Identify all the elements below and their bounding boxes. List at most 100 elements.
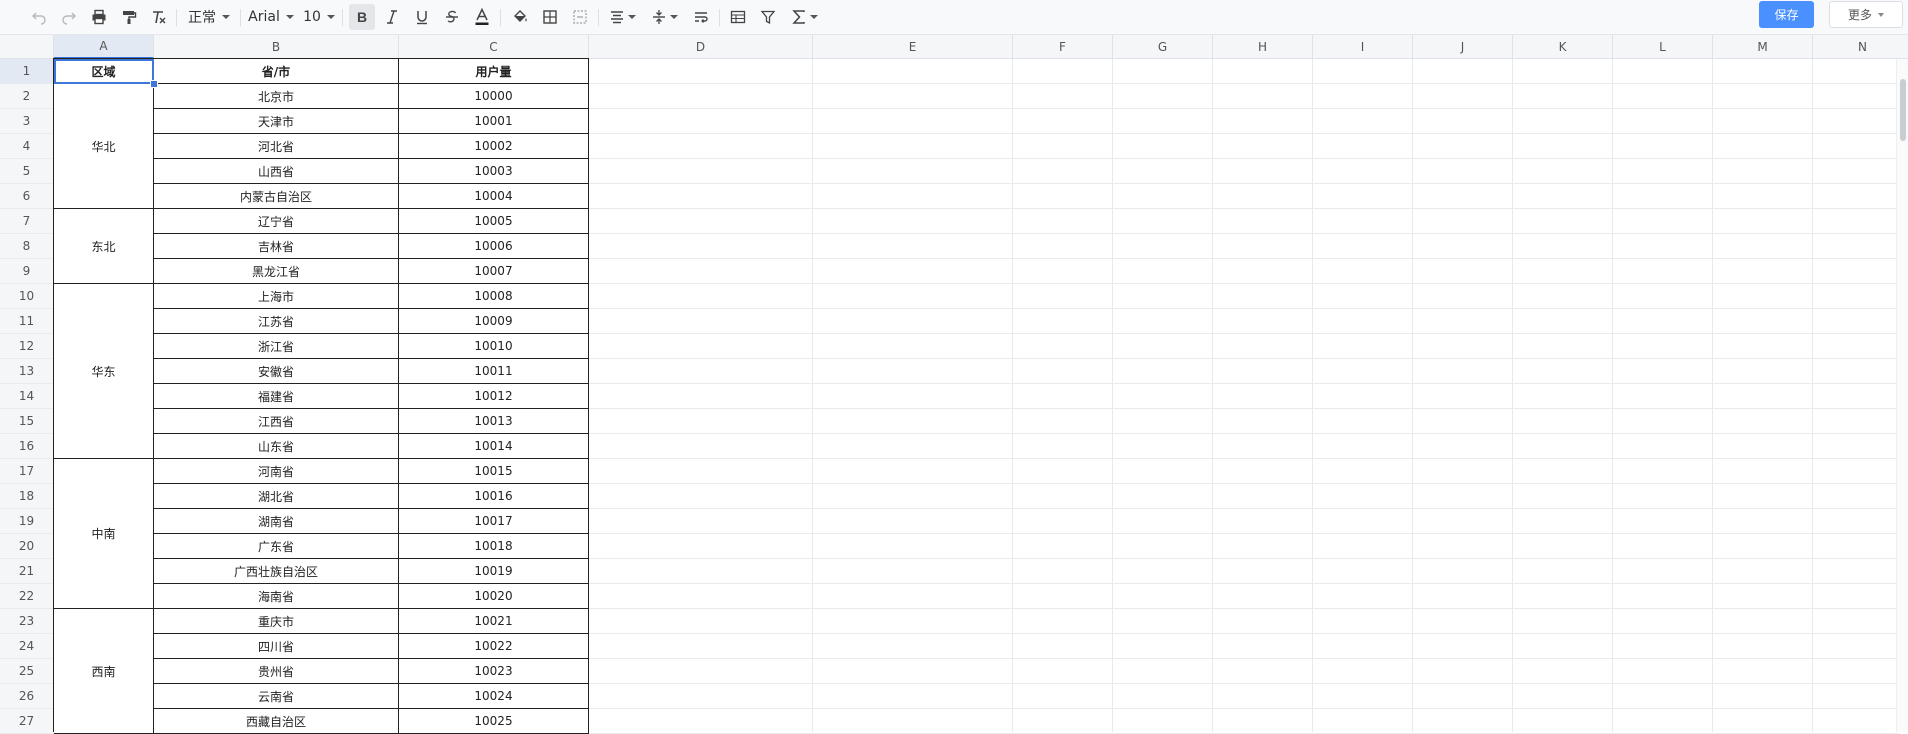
province-cell[interactable]: 山西省 [154, 159, 399, 184]
users-cell[interactable]: 10015 [399, 459, 589, 484]
font-family-select[interactable]: Arial [248, 4, 294, 30]
fill-handle[interactable] [150, 80, 158, 88]
strikethrough-icon[interactable] [440, 4, 464, 30]
province-cell[interactable]: 辽宁省 [154, 209, 399, 234]
column-header-a[interactable]: A [54, 35, 154, 59]
clear-format-icon[interactable] [148, 4, 170, 30]
row-header-20[interactable]: 20 [0, 534, 54, 559]
province-cell[interactable]: 广西壮族自治区 [154, 559, 399, 584]
province-cell[interactable]: 贵州省 [154, 659, 399, 684]
users-cell[interactable]: 10008 [399, 284, 589, 309]
users-cell[interactable]: 10017 [399, 509, 589, 534]
font-color-icon[interactable] [470, 4, 494, 30]
province-cell[interactable]: 安徽省 [154, 359, 399, 384]
column-header-k[interactable]: K [1513, 35, 1613, 59]
users-cell[interactable]: 10012 [399, 384, 589, 409]
header-cell-region[interactable]: 区域 [54, 59, 154, 84]
users-cell[interactable]: 10014 [399, 434, 589, 459]
merge-cells-icon[interactable] [568, 4, 592, 30]
row-header-24[interactable]: 24 [0, 634, 54, 659]
users-cell[interactable]: 10002 [399, 134, 589, 159]
province-cell[interactable]: 湖北省 [154, 484, 399, 509]
province-cell[interactable]: 黑龙江省 [154, 259, 399, 284]
borders-icon[interactable] [538, 4, 562, 30]
scrollbar-thumb[interactable] [1900, 79, 1906, 141]
region-cell[interactable]: 中南 [54, 459, 154, 609]
users-cell[interactable]: 10016 [399, 484, 589, 509]
fill-color-icon[interactable] [508, 4, 532, 30]
province-cell[interactable]: 广东省 [154, 534, 399, 559]
users-cell[interactable]: 10003 [399, 159, 589, 184]
province-cell[interactable]: 海南省 [154, 584, 399, 609]
users-cell[interactable]: 10006 [399, 234, 589, 259]
users-cell[interactable]: 10010 [399, 334, 589, 359]
row-header-14[interactable]: 14 [0, 384, 54, 409]
users-cell[interactable]: 10001 [399, 109, 589, 134]
users-cell[interactable]: 10018 [399, 534, 589, 559]
font-size-select[interactable]: 10 [302, 4, 336, 30]
column-header-n[interactable]: N [1813, 35, 1908, 59]
province-cell[interactable]: 浙江省 [154, 334, 399, 359]
italic-icon[interactable] [380, 4, 404, 30]
row-header-11[interactable]: 11 [0, 309, 54, 334]
row-header-3[interactable]: 3 [0, 109, 54, 134]
users-cell[interactable]: 10021 [399, 609, 589, 634]
select-all-corner[interactable] [0, 35, 54, 59]
filter-icon[interactable] [756, 4, 780, 30]
users-cell[interactable]: 10005 [399, 209, 589, 234]
province-cell[interactable]: 山东省 [154, 434, 399, 459]
users-cell[interactable]: 10022 [399, 634, 589, 659]
province-cell[interactable]: 北京市 [154, 84, 399, 109]
vertical-align-select[interactable] [647, 4, 681, 30]
users-cell[interactable]: 10023 [399, 659, 589, 684]
column-header-l[interactable]: L [1613, 35, 1713, 59]
table-icon[interactable] [726, 4, 750, 30]
column-header-b[interactable]: B [154, 35, 399, 59]
row-header-26[interactable]: 26 [0, 684, 54, 709]
province-cell[interactable]: 上海市 [154, 284, 399, 309]
column-header-h[interactable]: H [1213, 35, 1313, 59]
users-cell[interactable]: 10019 [399, 559, 589, 584]
row-header-17[interactable]: 17 [0, 459, 54, 484]
province-cell[interactable]: 吉林省 [154, 234, 399, 259]
region-cell[interactable]: 华北 [54, 84, 154, 209]
column-header-e[interactable]: E [813, 35, 1013, 59]
row-header-13[interactable]: 13 [0, 359, 54, 384]
row-header-15[interactable]: 15 [0, 409, 54, 434]
province-cell[interactable]: 重庆市 [154, 609, 399, 634]
column-header-i[interactable]: I [1313, 35, 1413, 59]
region-cell[interactable]: 华东 [54, 284, 154, 459]
province-cell[interactable]: 西藏自治区 [154, 709, 399, 734]
region-cell[interactable]: 东北 [54, 209, 154, 284]
more-button[interactable]: 更多 [1829, 1, 1903, 28]
vertical-scrollbar[interactable] [1896, 59, 1908, 732]
column-header-d[interactable]: D [589, 35, 813, 59]
row-header-9[interactable]: 9 [0, 259, 54, 284]
style-select[interactable]: 正常 [185, 4, 233, 30]
users-cell[interactable]: 10020 [399, 584, 589, 609]
row-header-8[interactable]: 8 [0, 234, 54, 259]
column-header-j[interactable]: J [1413, 35, 1513, 59]
print-icon[interactable] [88, 4, 110, 30]
users-cell[interactable]: 10011 [399, 359, 589, 384]
province-cell[interactable]: 福建省 [154, 384, 399, 409]
province-cell[interactable]: 河南省 [154, 459, 399, 484]
row-header-18[interactable]: 18 [0, 484, 54, 509]
row-header-7[interactable]: 7 [0, 209, 54, 234]
header-cell-users[interactable]: 用户量 [399, 59, 589, 84]
row-header-25[interactable]: 25 [0, 659, 54, 684]
province-cell[interactable]: 江苏省 [154, 309, 399, 334]
row-header-23[interactable]: 23 [0, 609, 54, 634]
formula-select[interactable] [787, 4, 821, 30]
province-cell[interactable]: 江西省 [154, 409, 399, 434]
row-header-10[interactable]: 10 [0, 284, 54, 309]
underline-icon[interactable] [410, 4, 434, 30]
row-header-5[interactable]: 5 [0, 159, 54, 184]
province-cell[interactable]: 湖南省 [154, 509, 399, 534]
row-header-1[interactable]: 1 [0, 59, 54, 84]
province-cell[interactable]: 河北省 [154, 134, 399, 159]
column-header-g[interactable]: G [1113, 35, 1213, 59]
users-cell[interactable]: 10000 [399, 84, 589, 109]
format-painter-icon[interactable] [118, 4, 140, 30]
wrap-text-icon[interactable] [689, 4, 713, 30]
